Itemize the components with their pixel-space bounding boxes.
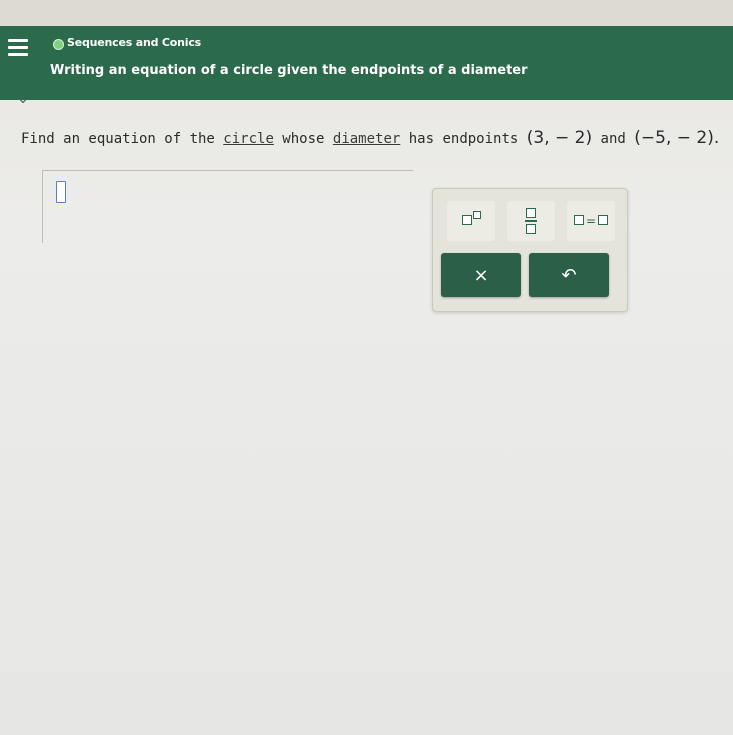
status-dot-icon — [53, 39, 64, 50]
browser-top-strip — [0, 0, 733, 27]
fraction-icon — [525, 208, 537, 234]
problem-title: Writing an equation of a circle given th… — [50, 63, 528, 78]
hamburger-menu-icon[interactable] — [8, 39, 28, 57]
equals-key[interactable]: = — [567, 201, 615, 241]
endpoint-1: (3, − 2) — [526, 128, 593, 148]
assignment-header: Sequences and Conics Writing an equation… — [0, 26, 733, 100]
answer-input-box[interactable] — [56, 181, 66, 203]
fraction-key[interactable] — [507, 201, 555, 241]
math-keypad: = × ↶ — [432, 188, 628, 312]
topic-label: Sequences and Conics — [67, 36, 201, 49]
undo-button[interactable]: ↶ — [529, 253, 609, 297]
chevron-down-icon[interactable]: ⌄ — [12, 92, 34, 106]
question-text: Find an equation of the circle whose dia… — [21, 128, 720, 148]
superscript-key[interactable] — [447, 201, 495, 241]
clear-button[interactable]: × — [441, 253, 521, 297]
term-link-diameter[interactable]: diameter — [333, 131, 400, 147]
page: Sequences and Conics Writing an equation… — [0, 0, 733, 735]
superscript-icon — [461, 210, 481, 229]
answer-input-area[interactable] — [42, 170, 413, 243]
endpoint-2: (−5, − 2) — [634, 128, 714, 148]
term-link-circle[interactable]: circle — [223, 131, 274, 147]
equation-icon: = — [573, 214, 609, 229]
